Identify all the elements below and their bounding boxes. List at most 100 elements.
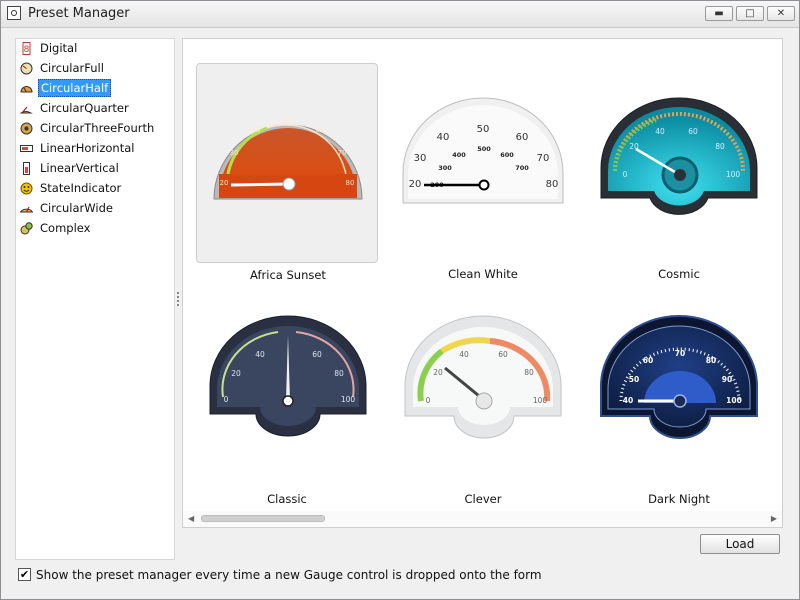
scale-label: 90: [722, 375, 732, 384]
linear-vertical-icon: [20, 161, 33, 175]
tree-item-label: Digital: [40, 41, 78, 55]
preset-name: Classic: [267, 492, 307, 506]
preset-name: Dark Night: [648, 492, 710, 506]
tree-item-circularthreefourth[interactable]: CircularThreeFourth: [20, 119, 156, 137]
digital-icon: 8: [20, 41, 33, 55]
scale-label: 60: [312, 350, 322, 359]
circular-quarter-icon: [20, 102, 33, 115]
tree-item-label: LinearVertical: [40, 161, 119, 175]
preset-card-classic[interactable]: 0 20 40 60 80 100 Classic: [196, 289, 378, 506]
scrollbar-thumb[interactable]: [201, 515, 325, 522]
scale-label: 30: [230, 149, 239, 157]
scale-label: 50: [477, 124, 490, 135]
scale-label: 40: [623, 396, 633, 405]
classic-gauge: 0 20 40 60 80 100: [209, 315, 367, 437]
scale-label: 70: [338, 149, 347, 157]
circular-half-icon: [20, 82, 33, 95]
close-button[interactable]: ✕: [767, 6, 795, 21]
scroll-left-icon[interactable]: ◀: [188, 514, 194, 523]
inner-scale-label: 400: [452, 151, 466, 159]
tree-item-digital[interactable]: 8 Digital: [20, 39, 79, 57]
scale-label: 80: [524, 368, 534, 377]
scale-label: 80: [706, 356, 716, 365]
preset-gallery: 20 30 40 50 60 70 80 Africa Sunset 20 30…: [182, 38, 783, 528]
scale-label: 80: [715, 142, 725, 151]
tree-item-linearvertical[interactable]: LinearVertical: [20, 159, 121, 177]
scale-label: 100: [726, 396, 742, 405]
show-preset-manager-checkbox[interactable]: ✔: [18, 568, 31, 581]
scale-label: 0: [426, 396, 431, 405]
tree-item-label: CircularQuarter: [40, 101, 129, 115]
scale-label: 20: [220, 179, 229, 187]
scale-label: 50: [284, 117, 293, 125]
preset-card-dark-night[interactable]: 40 50 60 70 80 90 100 Dark Night: [588, 289, 770, 506]
preset-card-cosmic[interactable]: 0 20 40 60 80 100 Cosmic: [588, 63, 770, 281]
scale-label: 50: [629, 375, 639, 384]
tree-item-label: CircularFull: [40, 61, 104, 75]
minimize-button[interactable]: ▬: [705, 6, 733, 21]
tree-item-linearhorizontal[interactable]: LinearHorizontal: [20, 139, 136, 157]
window-title: Preset Manager: [28, 6, 130, 21]
scale-label: 40: [255, 350, 265, 359]
scale-label: 60: [643, 356, 653, 365]
scale-label: 20: [231, 369, 241, 378]
load-button[interactable]: Load: [700, 534, 780, 554]
scale-label: 80: [346, 179, 355, 187]
tree-item-label: StateIndicator: [40, 181, 122, 195]
scale-label: 60: [316, 126, 325, 134]
circular-three-fourth-icon: [20, 122, 33, 135]
scale-label: 100: [726, 170, 741, 179]
circular-full-icon: [20, 62, 33, 75]
tree-item-stateindicator[interactable]: StateIndicator: [20, 179, 123, 197]
tree-item-circularquarter[interactable]: CircularQuarter: [20, 99, 131, 117]
title-bar[interactable]: Preset Manager ▬ □ ✕: [1, 1, 799, 28]
svg-text:8: 8: [24, 45, 30, 55]
inner-scale-label: 500: [477, 145, 491, 153]
circular-wide-icon: [20, 202, 33, 215]
scale-label: 0: [623, 170, 628, 179]
scale-label: 40: [459, 350, 469, 359]
tree-item-circularfull[interactable]: CircularFull: [20, 59, 106, 77]
scroll-right-icon[interactable]: ▶: [771, 514, 777, 523]
scale-label: 100: [533, 396, 548, 405]
scale-label: 60: [498, 350, 508, 359]
scale-label: 40: [252, 126, 261, 134]
scale-label: 60: [516, 132, 529, 143]
tree-item-complex[interactable]: Complex: [20, 219, 92, 237]
splitter-grip[interactable]: [176, 291, 180, 309]
scale-label: 30: [414, 153, 427, 164]
preset-card-clever[interactable]: 0 20 40 60 80 100 Clever: [392, 289, 574, 506]
clever-gauge: 0 20 40 60 80 100: [404, 315, 562, 439]
tree-item-label: LinearHorizontal: [40, 141, 135, 155]
preset-name: Cosmic: [658, 267, 700, 281]
preset-name: Africa Sunset: [250, 268, 326, 282]
maximize-button[interactable]: □: [736, 6, 764, 21]
preset-card-africa-sunset[interactable]: 20 30 40 50 60 70 80 Africa Sunset: [196, 63, 378, 282]
tree-item-label: CircularHalf: [38, 79, 112, 97]
preset-name: Clever: [464, 492, 502, 506]
scale-label: 70: [537, 153, 550, 164]
checkmark-icon: ✔: [19, 568, 30, 581]
cosmic-gauge: 0 20 40 60 80 100: [600, 97, 758, 215]
inner-scale-label: 700: [515, 164, 529, 172]
horizontal-scrollbar[interactable]: ◀ ▶: [183, 511, 782, 527]
preset-name: Clean White: [448, 267, 518, 281]
show-preset-manager-label[interactable]: Show the preset manager every time a new…: [36, 568, 542, 582]
app-icon: [7, 6, 21, 20]
linear-horizontal-icon: [20, 142, 33, 155]
tree-item-circularwide[interactable]: CircularWide: [20, 199, 115, 217]
gauge-type-tree[interactable]: 8 Digital CircularFull CircularHalf Circ…: [15, 38, 175, 560]
preset-card-clean-white[interactable]: 20 30 40 50 60 70 80 200 300 400 500 600…: [392, 63, 574, 281]
dark-night-gauge: 40 50 60 70 80 90 100: [600, 315, 758, 439]
clean-white-gauge: 20 30 40 50 60 70 80 200 300 400 500 600…: [402, 97, 564, 204]
scale-label: 80: [546, 179, 559, 190]
complex-icon: [20, 221, 33, 235]
scale-label: 40: [655, 127, 665, 136]
scale-label: 20: [433, 368, 443, 377]
tree-item-label: CircularThreeFourth: [40, 121, 155, 135]
scale-label: 40: [437, 132, 450, 143]
inner-scale-label: 300: [438, 164, 452, 172]
scale-label: 70: [675, 349, 685, 358]
tree-item-circularhalf[interactable]: CircularHalf: [20, 79, 112, 97]
scale-label: 20: [409, 179, 422, 190]
